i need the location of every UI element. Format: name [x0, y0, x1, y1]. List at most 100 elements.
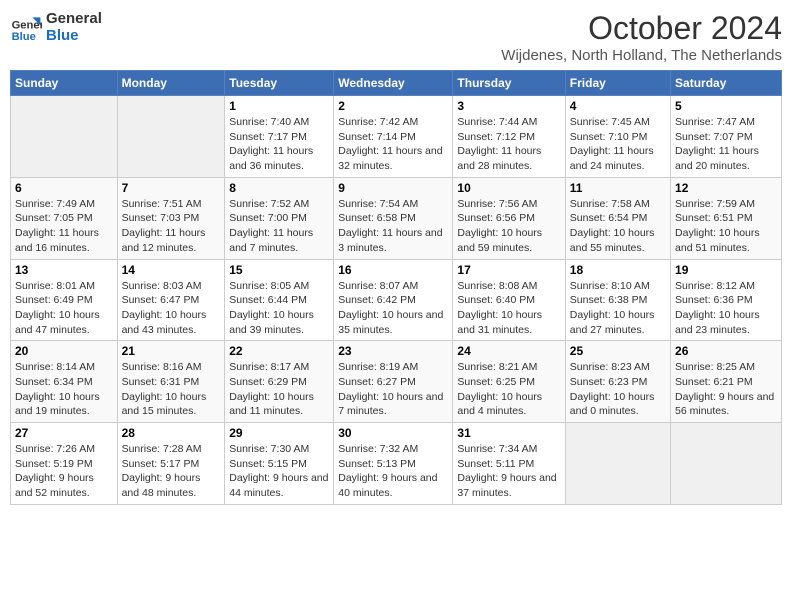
calendar-cell — [671, 423, 782, 505]
day-info: Sunrise: 8:01 AM Sunset: 6:49 PM Dayligh… — [15, 279, 113, 338]
calendar-cell: 29Sunrise: 7:30 AM Sunset: 5:15 PM Dayli… — [225, 423, 334, 505]
day-info: Sunrise: 8:16 AM Sunset: 6:31 PM Dayligh… — [122, 360, 221, 419]
day-number: 25 — [570, 344, 666, 358]
calendar-cell: 16 Sunrise: 8:07 AM Sunset: 6:42 PM Dayli… — [334, 259, 453, 341]
day-number: 14 — [122, 263, 221, 277]
day-info: Sunrise: 8:25 AM Sunset: 6:21 PM Dayligh… — [675, 360, 777, 419]
calendar-cell: 22 Sunrise: 8:17 AM Sunset: 6:29 PM Dayli… — [225, 341, 334, 423]
calendar-cell: 27 Sunrise: 7:26 AM Sunset: 5:19 PM Dayli… — [11, 423, 118, 505]
day-number: 31 — [457, 426, 560, 440]
logo-icon: General Blue — [10, 11, 42, 43]
calendar-week-row: 1 Sunrise: 7:40 AM Sunset: 7:17 PM Daylig… — [11, 96, 782, 178]
day-info: Sunrise: 8:19 AM Sunset: 6:27 PM Dayligh… — [338, 360, 448, 419]
day-number: 8 — [229, 181, 329, 195]
page-header: General Blue General Blue October 2024 W… — [10, 10, 782, 64]
day-number: 2 — [338, 99, 448, 113]
day-info: Sunrise: 7:49 AM Sunset: 7:05 PM Dayligh… — [15, 197, 113, 256]
day-number: 11 — [570, 181, 666, 195]
calendar-cell — [565, 423, 670, 505]
day-number: 19 — [675, 263, 777, 277]
day-info: Sunrise: 7:52 AM Sunset: 7:00 PM Dayligh… — [229, 197, 329, 256]
day-number: 22 — [229, 344, 329, 358]
calendar-cell: 12Sunrise: 7:59 AM Sunset: 6:51 PM Dayli… — [671, 177, 782, 259]
calendar-cell: 25 Sunrise: 8:23 AM Sunset: 6:23 PM Dayli… — [565, 341, 670, 423]
day-header-thursday: Thursday — [453, 71, 565, 96]
calendar-cell: 30 Sunrise: 7:32 AM Sunset: 5:13 PM Dayli… — [334, 423, 453, 505]
calendar-cell: 6 Sunrise: 7:49 AM Sunset: 7:05 PM Daylig… — [11, 177, 118, 259]
day-number: 23 — [338, 344, 448, 358]
day-number: 18 — [570, 263, 666, 277]
calendar-cell: 10 Sunrise: 7:56 AM Sunset: 6:56 PM Dayli… — [453, 177, 565, 259]
calendar-cell: 26 Sunrise: 8:25 AM Sunset: 6:21 PM Dayli… — [671, 341, 782, 423]
day-number: 4 — [570, 99, 666, 113]
day-number: 16 — [338, 263, 448, 277]
calendar-week-row: 13 Sunrise: 8:01 AM Sunset: 6:49 PM Dayli… — [11, 259, 782, 341]
calendar-cell: 1 Sunrise: 7:40 AM Sunset: 7:17 PM Daylig… — [225, 96, 334, 178]
day-info: Sunrise: 8:07 AM Sunset: 6:42 PM Dayligh… — [338, 279, 448, 338]
calendar-cell: 13 Sunrise: 8:01 AM Sunset: 6:49 PM Dayli… — [11, 259, 118, 341]
day-number: 9 — [338, 181, 448, 195]
calendar-cell: 14Sunrise: 8:03 AM Sunset: 6:47 PM Dayli… — [117, 259, 225, 341]
svg-text:Blue: Blue — [12, 31, 36, 43]
day-number: 21 — [122, 344, 221, 358]
day-number: 24 — [457, 344, 560, 358]
logo: General Blue General Blue — [10, 10, 102, 44]
calendar-body: 1 Sunrise: 7:40 AM Sunset: 7:17 PM Daylig… — [11, 96, 782, 505]
calendar-cell: 4Sunrise: 7:45 AM Sunset: 7:10 PM Daylig… — [565, 96, 670, 178]
day-header-saturday: Saturday — [671, 71, 782, 96]
calendar-header-row: SundayMondayTuesdayWednesdayThursdayFrid… — [11, 71, 782, 96]
day-info: Sunrise: 7:51 AM Sunset: 7:03 PM Dayligh… — [122, 197, 221, 256]
calendar-cell — [117, 96, 225, 178]
month-year-title: October 2024 — [501, 10, 782, 47]
day-info: Sunrise: 7:26 AM Sunset: 5:19 PM Dayligh… — [15, 442, 113, 501]
calendar-cell: 23 Sunrise: 8:19 AM Sunset: 6:27 PM Dayli… — [334, 341, 453, 423]
day-info: Sunrise: 8:14 AM Sunset: 6:34 PM Dayligh… — [15, 360, 113, 419]
day-info: Sunrise: 7:47 AM Sunset: 7:07 PM Dayligh… — [675, 115, 777, 174]
calendar-cell: 19 Sunrise: 8:12 AM Sunset: 6:36 PM Dayli… — [671, 259, 782, 341]
day-info: Sunrise: 8:12 AM Sunset: 6:36 PM Dayligh… — [675, 279, 777, 338]
day-number: 10 — [457, 181, 560, 195]
day-info: Sunrise: 8:21 AM Sunset: 6:25 PM Dayligh… — [457, 360, 560, 419]
day-header-tuesday: Tuesday — [225, 71, 334, 96]
day-info: Sunrise: 7:44 AM Sunset: 7:12 PM Dayligh… — [457, 115, 560, 174]
day-number: 3 — [457, 99, 560, 113]
title-area: October 2024 Wijdenes, North Holland, Th… — [501, 10, 782, 64]
calendar-cell — [11, 96, 118, 178]
day-header-wednesday: Wednesday — [334, 71, 453, 96]
day-info: Sunrise: 7:56 AM Sunset: 6:56 PM Dayligh… — [457, 197, 560, 256]
logo-general: General — [46, 10, 102, 27]
day-number: 26 — [675, 344, 777, 358]
day-info: Sunrise: 7:40 AM Sunset: 7:17 PM Dayligh… — [229, 115, 329, 174]
day-info: Sunrise: 7:54 AM Sunset: 6:58 PM Dayligh… — [338, 197, 448, 256]
day-info: Sunrise: 7:30 AM Sunset: 5:15 PM Dayligh… — [229, 442, 329, 501]
calendar-week-row: 20 Sunrise: 8:14 AM Sunset: 6:34 PM Dayli… — [11, 341, 782, 423]
day-number: 27 — [15, 426, 113, 440]
day-number: 6 — [15, 181, 113, 195]
day-number: 1 — [229, 99, 329, 113]
day-number: 15 — [229, 263, 329, 277]
calendar-cell: 31 Sunrise: 7:34 AM Sunset: 5:11 PM Dayli… — [453, 423, 565, 505]
calendar-cell: 9 Sunrise: 7:54 AM Sunset: 6:58 PM Daylig… — [334, 177, 453, 259]
day-header-friday: Friday — [565, 71, 670, 96]
day-info: Sunrise: 7:32 AM Sunset: 5:13 PM Dayligh… — [338, 442, 448, 501]
day-info: Sunrise: 8:05 AM Sunset: 6:44 PM Dayligh… — [229, 279, 329, 338]
day-number: 13 — [15, 263, 113, 277]
calendar-cell: 15 Sunrise: 8:05 AM Sunset: 6:44 PM Dayli… — [225, 259, 334, 341]
day-info: Sunrise: 8:08 AM Sunset: 6:40 PM Dayligh… — [457, 279, 560, 338]
day-info: Sunrise: 7:28 AM Sunset: 5:17 PM Dayligh… — [122, 442, 221, 501]
day-info: Sunrise: 7:34 AM Sunset: 5:11 PM Dayligh… — [457, 442, 560, 501]
calendar-cell: 21 Sunrise: 8:16 AM Sunset: 6:31 PM Dayli… — [117, 341, 225, 423]
day-info: Sunrise: 8:17 AM Sunset: 6:29 PM Dayligh… — [229, 360, 329, 419]
day-info: Sunrise: 8:23 AM Sunset: 6:23 PM Dayligh… — [570, 360, 666, 419]
day-number: 30 — [338, 426, 448, 440]
day-info: Sunrise: 7:42 AM Sunset: 7:14 PM Dayligh… — [338, 115, 448, 174]
calendar-cell: 5 Sunrise: 7:47 AM Sunset: 7:07 PM Daylig… — [671, 96, 782, 178]
day-number: 5 — [675, 99, 777, 113]
calendar-cell: 8 Sunrise: 7:52 AM Sunset: 7:00 PM Daylig… — [225, 177, 334, 259]
calendar-cell: 18Sunrise: 8:10 AM Sunset: 6:38 PM Dayli… — [565, 259, 670, 341]
calendar-table: SundayMondayTuesdayWednesdayThursdayFrid… — [10, 70, 782, 505]
day-number: 20 — [15, 344, 113, 358]
calendar-cell: 3 Sunrise: 7:44 AM Sunset: 7:12 PM Daylig… — [453, 96, 565, 178]
day-header-monday: Monday — [117, 71, 225, 96]
calendar-week-row: 6 Sunrise: 7:49 AM Sunset: 7:05 PM Daylig… — [11, 177, 782, 259]
